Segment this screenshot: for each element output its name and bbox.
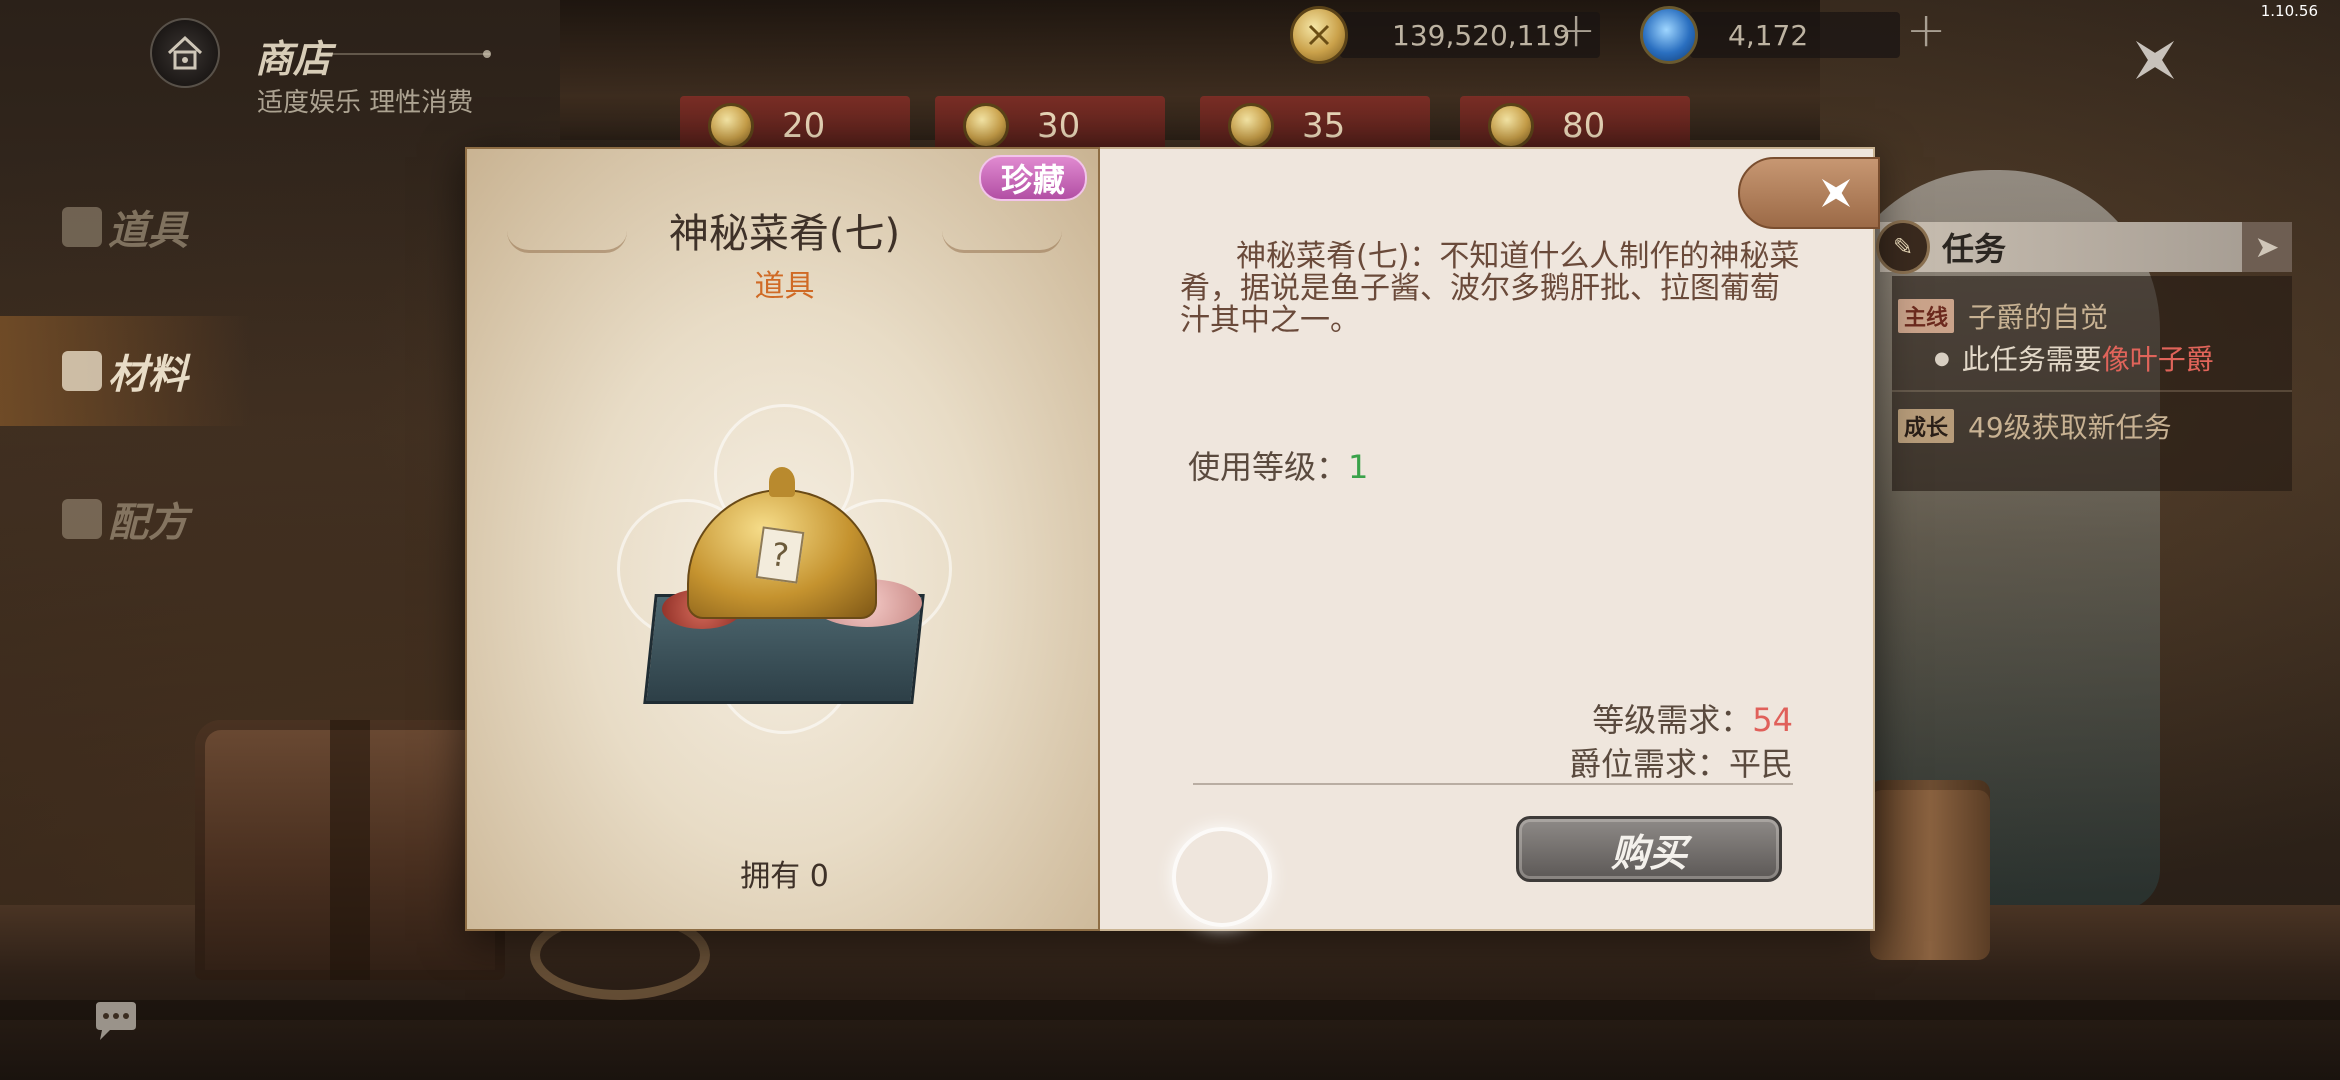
gold-coin-icon xyxy=(1290,6,1348,64)
price-value: 80 xyxy=(1562,106,1606,146)
level-requirement: 等级需求：54 xyxy=(1592,695,1793,741)
gold-amount: 139,520,119 xyxy=(1392,18,1571,52)
counter-edge xyxy=(0,1000,2340,1020)
arrow-right-icon: ➤ xyxy=(2254,229,2280,265)
gem-amount: 4,172 xyxy=(1728,18,1809,52)
use-level: 使用等级：1 xyxy=(1188,442,1368,488)
task-sub-highlight: 像叶子爵 xyxy=(2101,343,2214,376)
gem-display: 4,172 xyxy=(1690,12,1900,58)
close-modal-button[interactable] xyxy=(1738,157,1880,229)
coin-icon xyxy=(963,103,1009,149)
task-sub-prefix: 此任务需要 xyxy=(1961,343,2102,376)
page-subtitle: 适度娱乐 理性消费 xyxy=(257,88,474,118)
title-divider xyxy=(330,53,490,55)
price-value: 20 xyxy=(782,106,826,146)
item-detail-modal: 珍藏 神秘菜肴(七) 道具 ? 拥有 0 神秘菜肴(七)：不知道什么人制作的神秘… xyxy=(465,147,1875,931)
task-divider xyxy=(1892,390,2292,392)
cloche-knob xyxy=(769,467,795,497)
chest-band xyxy=(330,720,370,980)
item-name: 神秘菜肴(七) xyxy=(668,211,901,257)
task-collapse-button[interactable]: ➤ xyxy=(2242,222,2292,272)
background-barrel xyxy=(1870,780,1990,960)
house-icon xyxy=(167,35,203,70)
task-main-tag: 主线 xyxy=(1898,299,1955,333)
buy-button[interactable]: 购买 xyxy=(1516,816,1782,882)
question-icon: ? xyxy=(755,526,805,584)
use-level-value: 1 xyxy=(1348,448,1369,486)
nav-item-recipes[interactable]: 配方 xyxy=(0,464,250,574)
nav-item-label: 材料 xyxy=(108,351,188,398)
seal-stamp-icon xyxy=(1172,827,1272,927)
task-main-line[interactable]: 主线 子爵的自觉 xyxy=(1898,296,2108,336)
bag-icon xyxy=(62,207,102,247)
home-icon[interactable] xyxy=(150,18,220,88)
task-main-sub: ● 此任务需要 像叶子爵 xyxy=(1934,338,2214,378)
level-req-label: 等级需求： xyxy=(1592,701,1753,739)
rank-req-value: 平民 xyxy=(1728,745,1793,783)
item-description: 神秘菜肴(七)：不知道什么人制作的神秘菜肴，据说是鱼子酱、波尔多鹅肝批、拉图葡萄… xyxy=(1180,239,1800,338)
price-value: 35 xyxy=(1302,106,1346,146)
chat-icon xyxy=(96,1002,136,1040)
task-header[interactable]: ✎ 任务 xyxy=(1876,220,2292,274)
owned-count: 拥有 0 xyxy=(740,859,829,894)
add-gem-button[interactable]: + xyxy=(1906,6,1946,54)
item-preview-panel: 珍藏 神秘菜肴(七) 道具 ? 拥有 0 xyxy=(465,147,1100,931)
add-gold-button[interactable]: + xyxy=(1556,6,1596,54)
item-type: 道具 xyxy=(754,269,815,304)
task-growth-text: 49级获取新任务 xyxy=(1968,411,2172,444)
use-level-label: 使用等级： xyxy=(1188,448,1349,486)
price-value: 30 xyxy=(1037,106,1081,146)
task-main-title: 子爵的自觉 xyxy=(1968,301,2109,334)
chat-button[interactable] xyxy=(92,1000,148,1046)
item-info-panel: 神秘菜肴(七)：不知道什么人制作的神秘菜肴，据说是鱼子酱、波尔多鹅肝批、拉图葡萄… xyxy=(1100,147,1875,931)
nav-item-label: 配方 xyxy=(108,499,188,546)
task-growth-tag: 成长 xyxy=(1898,409,1955,443)
close-icon xyxy=(2135,40,2175,80)
level-req-value: 54 xyxy=(1752,701,1793,739)
rarity-badge: 珍藏 xyxy=(979,155,1087,201)
coin-icon xyxy=(1488,103,1534,149)
task-title: 任务 xyxy=(1942,230,2007,268)
nav-item-materials[interactable]: 材料 xyxy=(0,316,250,426)
book-icon xyxy=(62,351,102,391)
coin-icon xyxy=(1228,103,1274,149)
bullet-icon: ● xyxy=(1934,347,1950,369)
page-title: 商店 xyxy=(255,36,332,81)
task-growth-line[interactable]: 成长 49级获取新任务 xyxy=(1898,406,2172,446)
scroll-icon xyxy=(62,499,102,539)
rank-requirement: 爵位需求：平民 xyxy=(1569,739,1793,785)
nav-item-label: 道具 xyxy=(108,207,188,254)
title-dot xyxy=(483,50,491,58)
rank-req-label: 爵位需求： xyxy=(1568,745,1729,783)
close-icon xyxy=(1821,178,1851,208)
close-shop-button[interactable] xyxy=(2115,20,2195,100)
info-divider xyxy=(1193,783,1793,785)
nav-item-props[interactable]: 道具 xyxy=(0,172,250,282)
task-icon: ✎ xyxy=(1876,220,1930,274)
version-label: 1.10.56 xyxy=(2260,2,2318,20)
gem-icon xyxy=(1640,6,1698,64)
coin-icon xyxy=(708,103,754,149)
